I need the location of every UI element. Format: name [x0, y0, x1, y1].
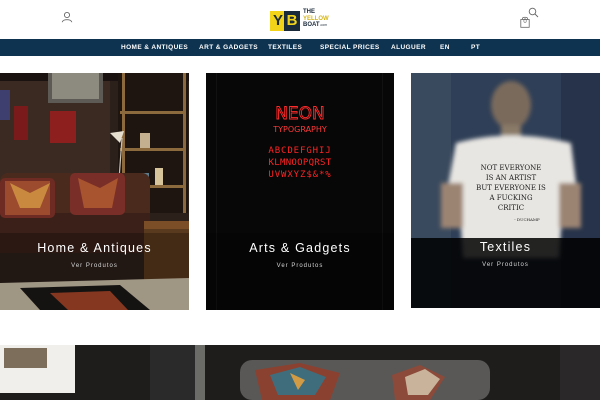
view-products-link[interactable]: Ver Produtos — [206, 263, 394, 269]
shirt-text-6: - DUCHAMP — [514, 217, 540, 222]
nav-item-special-prices[interactable]: SPECIAL PRICES — [320, 39, 380, 56]
category-card-arts-gadgets[interactable]: NEON TYPOGRAPHY ABCDEFGHIJ KLMNOOPQRST U… — [206, 73, 394, 310]
category-card-textiles[interactable]: NOT EVERYONE IS AN ARTIST BUT EVERYONE I… — [411, 73, 600, 308]
nav-item-lang-en[interactable]: EN — [440, 39, 450, 56]
featured-banner — [0, 345, 600, 400]
logo-letter-y: Y — [272, 12, 283, 29]
neon-row-1: ABCDEFGHIJ — [268, 146, 331, 156]
arts-gadgets-photo: NEON TYPOGRAPHY ABCDEFGHIJ KLMNOOPQRST U… — [206, 73, 394, 310]
view-products-link[interactable]: Ver Produtos — [0, 263, 189, 269]
main-nav: HOME & ANTIQUES ART & GADGETS TEXTILES S… — [0, 39, 600, 56]
nav-item-aluguer[interactable]: ALUGUER — [391, 39, 426, 56]
nav-item-textiles[interactable]: TEXTILES — [268, 39, 302, 56]
shirt-text-3: BUT EVERYONE IS — [476, 184, 546, 192]
card-title: Arts & Gadgets — [249, 241, 351, 255]
site-header: Y B THE YELLOW BOAT.com 0 — [0, 0, 600, 39]
neon-heading-text: NEON — [275, 104, 325, 124]
shirt-text-1: NOT EVERYONE — [481, 164, 542, 172]
banner-photo — [0, 345, 600, 400]
category-card-home-antiques[interactable]: Home & Antiques Ver Produtos — [0, 73, 189, 310]
home-antiques-photo — [0, 73, 189, 310]
view-products-link[interactable]: Ver Produtos — [411, 262, 600, 268]
cart-button[interactable]: 0 — [520, 16, 530, 28]
card-title: Textiles — [479, 240, 532, 254]
logo-letter-b: B — [286, 12, 298, 29]
neon-row-2: KLMNOOPQRST — [269, 158, 332, 168]
shirt-text-5: CRITIC — [498, 204, 524, 212]
nav-item-lang-pt[interactable]: PT — [471, 39, 480, 56]
shirt-text-4: A FUCKING — [488, 194, 533, 202]
textiles-photo: NOT EVERYONE IS AN ARTIST BUT EVERYONE I… — [411, 73, 600, 308]
card-title: Home & Antiques — [37, 241, 152, 255]
site-logo[interactable]: Y B THE YELLOW BOAT.com — [270, 7, 332, 33]
logo-word-boat: BOAT.com — [303, 22, 328, 28]
neon-row-3: UVWXYZ$&*% — [268, 170, 331, 180]
user-icon[interactable] — [61, 11, 73, 23]
nav-item-art-gadgets[interactable]: ART & GADGETS — [199, 39, 258, 56]
logo-wordmark: THE YELLOW BOAT.com — [303, 9, 333, 29]
shirt-text-2: IS AN ARTIST — [486, 174, 537, 182]
nav-item-home-antiques[interactable]: HOME & ANTIQUES — [121, 39, 188, 56]
cart-count: 0 — [523, 19, 527, 25]
neon-subheading-text: TYPOGRAPHY — [272, 125, 327, 134]
